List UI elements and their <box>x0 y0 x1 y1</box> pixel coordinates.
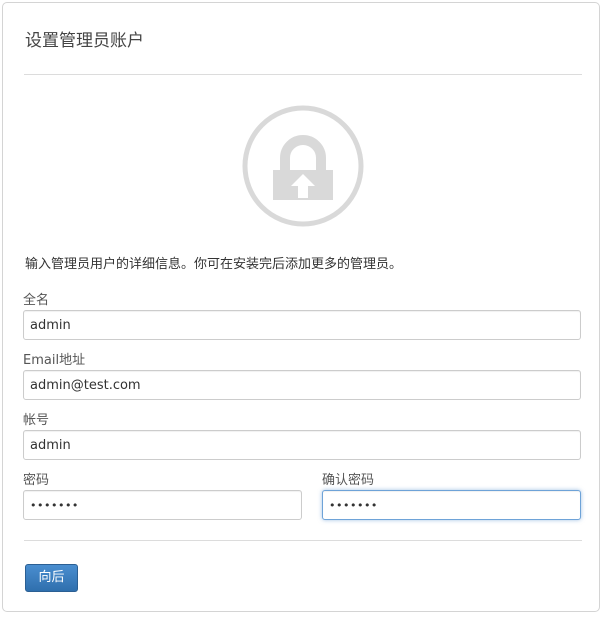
email-label: Email地址 <box>23 353 86 368</box>
username-input[interactable] <box>23 430 581 460</box>
password-label: 密码 <box>23 473 50 488</box>
fullname-input[interactable] <box>23 310 581 340</box>
lock-upload-icon <box>242 105 364 227</box>
intro-text: 输入管理员用户的详细信息。你可在安装完后添加更多的管理员。 <box>25 257 403 272</box>
email-input[interactable] <box>23 370 581 400</box>
password-confirm-input[interactable] <box>322 490 581 520</box>
setup-panel: 设置管理员账户 输入管理员用户的详细信息。你可在安装完后添加更多的管理员。 全名… <box>2 2 600 612</box>
fullname-label: 全名 <box>23 293 50 308</box>
password-input[interactable] <box>23 490 302 520</box>
footer-divider <box>24 540 582 541</box>
title-divider <box>24 74 582 75</box>
back-button[interactable]: 向后 <box>25 564 78 592</box>
page-title: 设置管理员账户 <box>25 31 144 51</box>
password-confirm-label: 确认密码 <box>322 473 375 488</box>
username-label: 帐号 <box>23 413 50 428</box>
